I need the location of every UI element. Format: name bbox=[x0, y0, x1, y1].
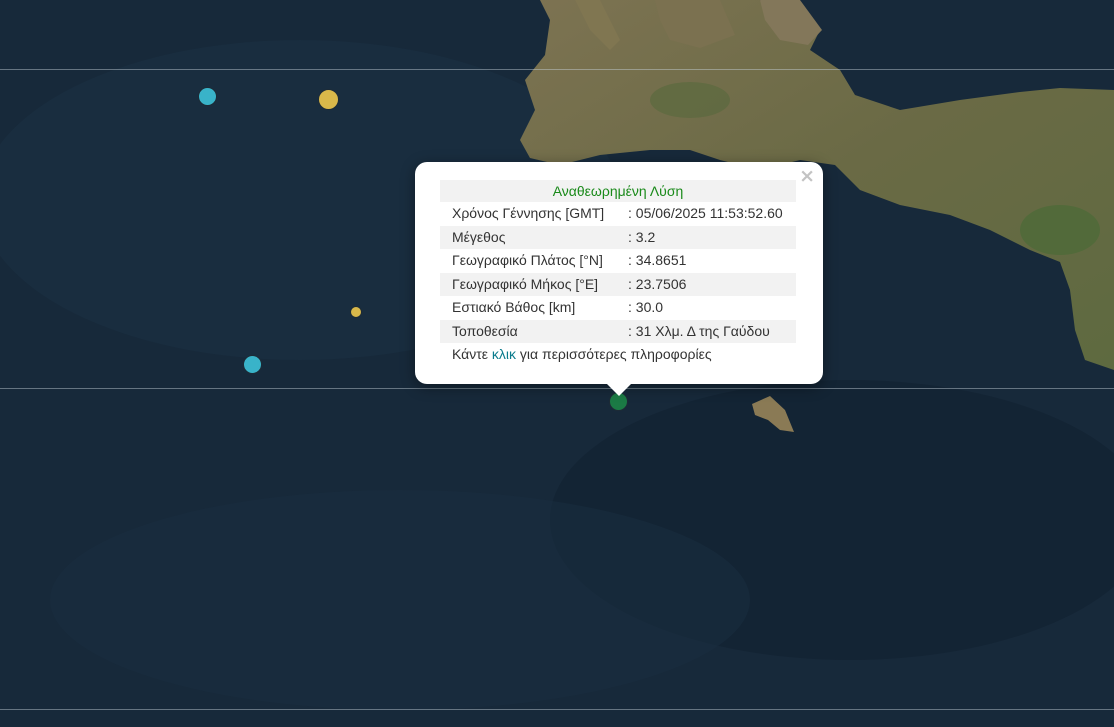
row-value: : 30.0 bbox=[628, 299, 664, 315]
graticule-line bbox=[0, 388, 1114, 389]
graticule-line bbox=[0, 69, 1114, 70]
row-label: Γεωγραφικό Μήκος [°E] bbox=[452, 275, 599, 292]
row-label: Τοποθεσία bbox=[452, 322, 518, 339]
row-value: : 3.2 bbox=[628, 228, 656, 245]
table-row-magnitude: Μέγεθος : 3.2 bbox=[440, 225, 796, 249]
earthquake-marker[interactable] bbox=[198, 87, 217, 106]
row-value: : 34.8651 bbox=[628, 252, 687, 268]
popup-pointer bbox=[607, 384, 631, 396]
more-info-link[interactable]: κλικ bbox=[492, 346, 516, 362]
row-label: Εστιακό Βάθος [km] bbox=[452, 299, 576, 315]
earthquake-marker[interactable] bbox=[350, 306, 362, 318]
earthquake-info-popup: × Αναθεωρημένη Λύση Χρόνος Γέννησης [GMT… bbox=[415, 162, 823, 384]
graticule-line bbox=[0, 709, 1114, 710]
footer-prefix: Κάντε bbox=[452, 346, 492, 362]
row-label: Γεωγραφικό Πλάτος [°N] bbox=[452, 252, 603, 268]
table-row-location: Τοποθεσία : 31 Χλμ. Δ της Γαύδου bbox=[440, 319, 796, 343]
row-value: : 23.7506 bbox=[628, 275, 687, 292]
row-value: : 31 Χλμ. Δ της Γαύδου bbox=[628, 322, 770, 339]
earthquake-marker[interactable] bbox=[243, 355, 262, 374]
footer-suffix: για περισσότερες πληροφορίες bbox=[516, 346, 712, 362]
table-row-latitude: Γεωγραφικό Πλάτος [°N] : 34.8651 bbox=[440, 249, 796, 273]
row-value: : 05/06/2025 11:53:52.60 bbox=[628, 205, 783, 221]
earthquake-details-table: Αναθεωρημένη Λύση Χρόνος Γέννησης [GMT] … bbox=[440, 180, 796, 367]
table-row-longitude: Γεωγραφικό Μήκος [°E] : 23.7506 bbox=[440, 272, 796, 296]
row-label: Χρόνος Γέννησης [GMT] bbox=[452, 205, 605, 221]
close-icon[interactable]: × bbox=[799, 167, 815, 186]
popup-title: Αναθεωρημένη Λύση bbox=[440, 180, 796, 202]
row-label: Μέγεθος bbox=[452, 228, 506, 245]
earthquake-marker[interactable] bbox=[318, 89, 339, 110]
popup-footer: Κάντε κλικ για περισσότερες πληροφορίες bbox=[440, 343, 796, 367]
table-row-origin-time: Χρόνος Γέννησης [GMT] : 05/06/2025 11:53… bbox=[440, 202, 796, 226]
table-row-depth: Εστιακό Βάθος [km] : 30.0 bbox=[440, 296, 796, 320]
